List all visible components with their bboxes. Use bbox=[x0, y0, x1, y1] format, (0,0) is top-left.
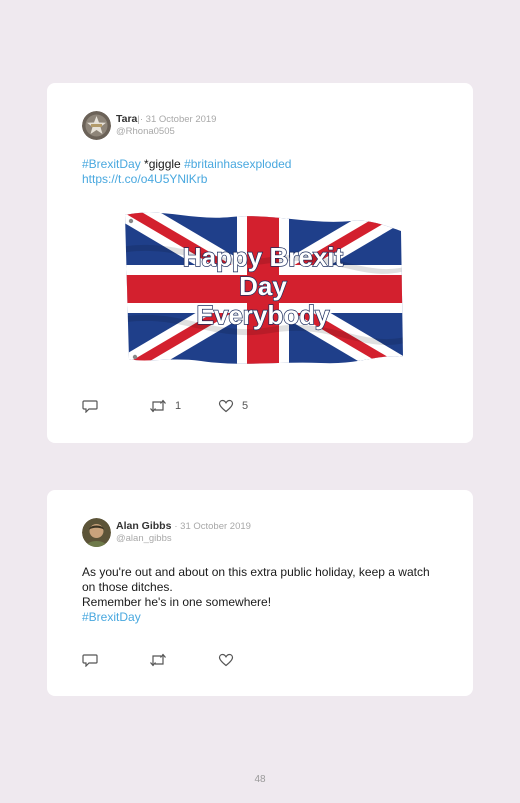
tweet-date[interactable]: · 31 October 2019 bbox=[174, 521, 251, 532]
tweet-body-text: Remember he's in one somewhere! bbox=[82, 595, 272, 609]
tweet-body-text: As you're out and about on this extra pu… bbox=[82, 565, 430, 594]
like-button[interactable] bbox=[218, 653, 234, 667]
retweet-count: 1 bbox=[175, 400, 182, 412]
tweet-header: Tara|· 31 October 2019 @Rhona0505 bbox=[116, 113, 216, 137]
retweet-button[interactable]: 1 bbox=[149, 399, 181, 413]
reply-button[interactable] bbox=[82, 399, 98, 413]
like-icon bbox=[218, 653, 234, 667]
hashtag-link[interactable]: #britainhasexploded bbox=[184, 157, 291, 171]
author-name[interactable]: Alan Gibbs bbox=[116, 520, 171, 532]
hashtag-link[interactable]: #BrexitDay bbox=[82, 157, 141, 171]
author-name[interactable]: Tara bbox=[116, 113, 137, 125]
tweet-card: Alan Gibbs · 31 October 2019 @alan_gibbs… bbox=[47, 490, 473, 696]
image-text-line: Day bbox=[239, 271, 287, 301]
like-icon bbox=[218, 399, 234, 413]
like-button[interactable]: 5 bbox=[218, 399, 248, 413]
reply-button[interactable] bbox=[82, 653, 98, 667]
tweet-actions: 1 5 bbox=[82, 399, 282, 415]
reply-icon bbox=[82, 654, 98, 667]
tweet-card: Tara|· 31 October 2019 @Rhona0505 #Brexi… bbox=[47, 83, 473, 443]
tweet-text: #BrexitDay *giggle #britainhasexploded h… bbox=[82, 157, 442, 187]
tweet-header: Alan Gibbs · 31 October 2019 @alan_gibbs bbox=[116, 520, 251, 544]
tweet-body-text: *giggle bbox=[140, 157, 185, 171]
tweet-text: As you're out and about on this extra pu… bbox=[82, 565, 438, 625]
page-number: 48 bbox=[254, 774, 266, 785]
like-count: 5 bbox=[242, 400, 249, 412]
url-link[interactable]: https://t.co/o4U5YNlKrb bbox=[82, 172, 442, 187]
tweet-actions bbox=[82, 653, 282, 669]
retweet-icon bbox=[150, 399, 166, 413]
reply-icon bbox=[82, 400, 98, 413]
author-handle[interactable]: @Rhona0505 bbox=[116, 126, 216, 137]
retweet-icon bbox=[150, 653, 166, 667]
avatar[interactable] bbox=[82, 518, 111, 547]
author-handle[interactable]: @alan_gibbs bbox=[116, 533, 251, 544]
avatar[interactable] bbox=[82, 111, 111, 140]
image-text-line: Everybody bbox=[197, 300, 330, 330]
hashtag-link[interactable]: #BrexitDay bbox=[82, 610, 438, 625]
tweet-image[interactable]: Happy Brexit Day Everybody bbox=[121, 207, 405, 371]
retweet-button[interactable] bbox=[149, 653, 167, 667]
tweet-date[interactable]: · 31 October 2019 bbox=[140, 114, 217, 125]
image-text-line: Happy Brexit bbox=[183, 242, 344, 272]
